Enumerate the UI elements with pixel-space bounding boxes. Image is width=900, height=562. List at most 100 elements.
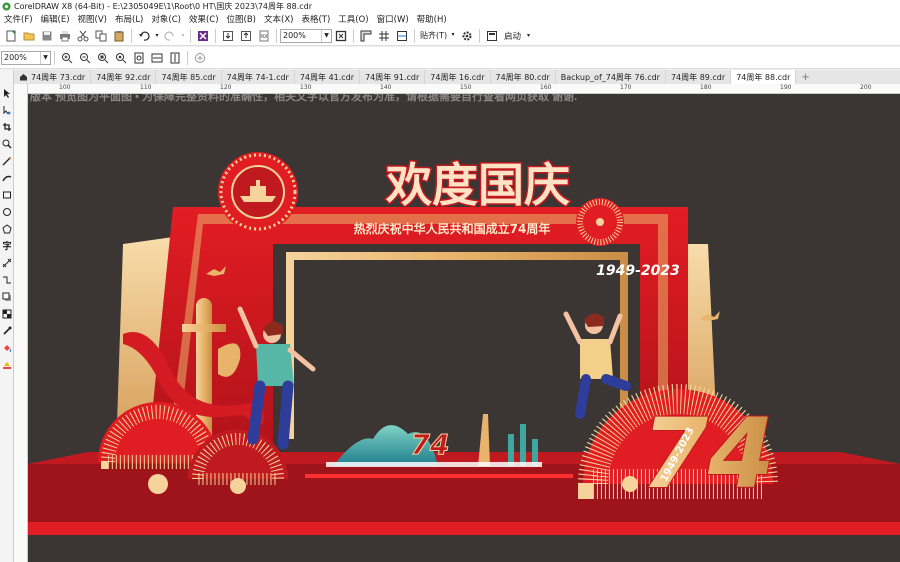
snap-to-dropdown[interactable]: 贴齐(T) ▾ [418, 29, 458, 43]
zoom-out-icon[interactable] [76, 50, 94, 66]
polygon-tool-icon[interactable] [0, 220, 14, 237]
home-icon[interactable] [19, 73, 28, 81]
separator [276, 28, 277, 43]
chevron-down-icon[interactable]: ▼ [40, 51, 50, 64]
publish-pdf-icon[interactable]: PDF [255, 28, 273, 44]
ruler-label: 180 [700, 84, 712, 91]
redo-icon[interactable] [161, 28, 179, 44]
menu-view[interactable]: 视图(V) [76, 13, 113, 25]
drawing-canvas[interactable]: 版本 预览图为平面图 • 为保障完整资料的准确性，相关文字以官方发布为准，请根据… [28, 94, 900, 562]
undo-icon[interactable] [135, 28, 153, 44]
ruler-label: 190 [780, 84, 792, 91]
menu-window[interactable]: 窗口(W) [375, 13, 415, 25]
shape-tool-icon[interactable] [0, 101, 14, 118]
menu-edit[interactable]: 编辑(E) [39, 13, 76, 25]
separator [187, 50, 188, 65]
parallel-dimension-tool-icon[interactable] [0, 254, 14, 271]
export-icon[interactable] [237, 28, 255, 44]
zoom-to-all-objects-icon[interactable] [112, 50, 130, 66]
open-folder-icon[interactable] [20, 28, 38, 44]
zoom-level-combo[interactable]: 200% ▼ [280, 28, 332, 43]
cut-icon[interactable] [74, 28, 92, 44]
add-icon[interactable] [191, 50, 209, 66]
freehand-tool-icon[interactable] [0, 152, 14, 169]
rectangle-tool-icon[interactable] [0, 186, 14, 203]
separator [353, 28, 354, 43]
document-tab[interactable]: 74周年 89.cdr [666, 70, 732, 84]
menu-text[interactable]: 文本(X) [262, 13, 299, 25]
full-screen-icon[interactable] [332, 28, 350, 44]
menu-table[interactable]: 表格(T) [299, 13, 336, 25]
new-document-icon[interactable] [2, 28, 20, 44]
show-rulers-icon[interactable] [357, 28, 375, 44]
transparency-tool-icon[interactable] [0, 305, 14, 322]
menu-tools[interactable]: 工具(O) [336, 13, 374, 25]
redo-dropdown-icon[interactable]: ▾ [179, 28, 187, 44]
copy-icon[interactable] [92, 28, 110, 44]
gear-icon[interactable] [458, 28, 476, 44]
chevron-down-icon[interactable]: ▼ [321, 29, 331, 42]
text-tool-icon[interactable]: 字 [0, 237, 14, 254]
save-icon[interactable] [38, 28, 56, 44]
emblem-sunburst [218, 152, 298, 232]
zoom-to-page-height-icon[interactable] [166, 50, 184, 66]
document-tab[interactable]: 74周年 91.cdr [360, 70, 426, 84]
menu-layout[interactable]: 布局(L) [113, 13, 149, 25]
document-tab[interactable]: 74周年 41.cdr [295, 70, 361, 84]
zoom-level-value: 200% [283, 31, 306, 40]
zoom-to-selected-icon[interactable] [94, 50, 112, 66]
zoom-in-icon[interactable] [58, 50, 76, 66]
menu-bitmaps[interactable]: 位图(B) [225, 13, 262, 25]
property-bar: 200% ▼ [0, 47, 900, 69]
document-tab[interactable]: 74周年 73.cdr [14, 70, 92, 84]
horizontal-ruler[interactable]: 100 110 120 130 140 150 160 170 180 190 … [28, 84, 900, 94]
zoom-to-page-width-icon[interactable] [148, 50, 166, 66]
separator [54, 50, 55, 65]
zoom-tool-icon[interactable] [0, 135, 14, 152]
connector-tool-icon[interactable] [0, 271, 14, 288]
crop-tool-icon[interactable] [0, 118, 14, 135]
undo-dropdown-icon[interactable]: ▾ [153, 28, 161, 44]
ruler-label: 200 [860, 84, 872, 91]
eyedropper-tool-icon[interactable] [0, 322, 14, 339]
menu-help[interactable]: 帮助(H) [415, 13, 453, 25]
chevron-down-icon[interactable]: ▾ [448, 29, 458, 41]
coreldraw-icon [2, 1, 11, 11]
paste-icon[interactable] [110, 28, 128, 44]
document-tab-active[interactable]: 74周年 88.cdr [731, 70, 797, 84]
smart-fill-tool-icon[interactable] [0, 356, 14, 373]
separator [414, 28, 415, 43]
show-guidelines-icon[interactable] [393, 28, 411, 44]
ellipse-tool-icon[interactable] [0, 203, 14, 220]
document-tab[interactable]: 74周年 92.cdr [91, 70, 157, 84]
document-tab[interactable]: 74周年 16.cdr [425, 70, 491, 84]
import-icon[interactable] [219, 28, 237, 44]
document-tab[interactable]: 74周年 74-1.cdr [222, 70, 295, 84]
launch-label[interactable]: 启动 [501, 30, 524, 42]
interactive-fill-tool-icon[interactable] [0, 339, 14, 356]
document-tab[interactable]: 74周年 80.cdr [491, 70, 556, 84]
fan-decoration [576, 198, 624, 246]
menu-effects[interactable]: 效果(C) [187, 13, 225, 25]
show-grid-icon[interactable] [375, 28, 393, 44]
menu-bar: 文件(F) 编辑(E) 视图(V) 布局(L) 对象(C) 效果(C) 位图(B… [0, 12, 900, 26]
separator [190, 28, 191, 43]
document-tab[interactable]: 74周年 85.cdr [156, 70, 222, 84]
chevron-down-icon[interactable]: ▾ [524, 32, 533, 39]
menu-object[interactable]: 对象(C) [149, 13, 187, 25]
drop-shadow-tool-icon[interactable] [0, 288, 14, 305]
zoom-to-page-icon[interactable] [130, 50, 148, 66]
separator [215, 28, 216, 43]
menu-file[interactable]: 文件(F) [2, 13, 39, 25]
application-launcher-icon[interactable] [483, 28, 501, 44]
vertical-ruler[interactable] [14, 84, 28, 562]
document-tab[interactable]: Backup_of_74周年 76.cdr [556, 70, 666, 84]
pick-tool-icon[interactable] [0, 84, 14, 101]
zoom-levels-combo[interactable]: 200% ▼ [1, 50, 51, 65]
print-icon[interactable] [56, 28, 74, 44]
standard-toolbar: ▾ ▾ PDF 200% ▼ 贴齐(T) ▾ 启动 ▾ [0, 26, 900, 46]
search-content-icon[interactable] [194, 28, 212, 44]
separator [479, 28, 480, 43]
artistic-media-tool-icon[interactable] [0, 169, 14, 186]
add-tab-icon[interactable]: + [796, 72, 814, 83]
